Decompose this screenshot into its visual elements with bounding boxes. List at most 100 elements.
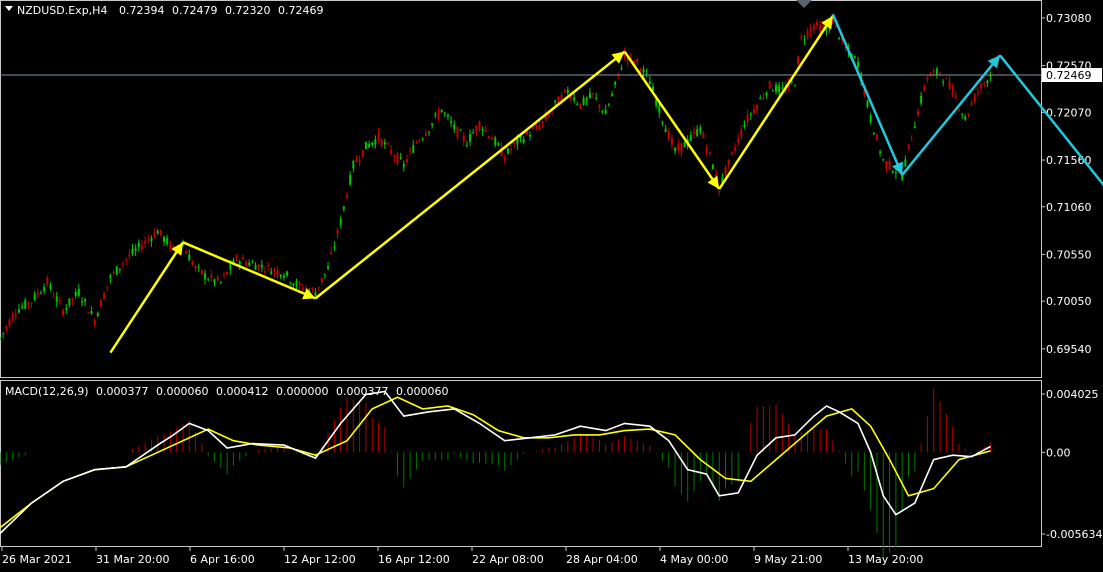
candle-body (595, 97, 598, 99)
candle-body (901, 175, 904, 180)
candle-body (11, 314, 14, 320)
candle-body (664, 128, 667, 133)
candle-body (58, 300, 61, 302)
candle-body (2, 332, 5, 334)
macd-axis: 0.004025 0.00 -0.005634 (1041, 388, 1102, 541)
candle-body (730, 152, 733, 154)
candle-body (506, 148, 509, 154)
zigzag-arrows (109, 13, 1103, 354)
candle-body (188, 254, 191, 261)
candle-body (566, 89, 569, 93)
candle-body (453, 124, 456, 130)
candle-body (437, 112, 440, 118)
candle-body (497, 143, 500, 146)
candle-body (535, 124, 538, 129)
price-tick-label: 0.70050 (1046, 295, 1092, 308)
candle-body (743, 124, 746, 128)
candle-body (5, 326, 8, 329)
candle-body (465, 145, 468, 147)
candle-body (330, 251, 333, 254)
svg-text:0.72469: 0.72469 (1046, 69, 1092, 82)
candle-body (159, 230, 162, 235)
time-tick-label: 4 May 00:00 (660, 553, 728, 566)
yellow-arrow-segment (109, 241, 185, 354)
candle-body (371, 142, 374, 145)
candle-body (55, 296, 58, 302)
candle-body (169, 242, 172, 250)
candle-body (311, 288, 314, 290)
candle-body (118, 268, 121, 270)
collapse-triangle-icon[interactable] (5, 6, 13, 11)
candle-body (125, 258, 128, 260)
candle-body (226, 272, 229, 275)
candle-body (17, 309, 20, 313)
candle-body (734, 147, 737, 151)
candle-body (797, 56, 800, 65)
candle-body (282, 275, 285, 278)
candle-body (689, 134, 692, 141)
candle-body (636, 58, 639, 62)
candle-body (440, 109, 443, 113)
candle-body (46, 277, 49, 285)
candle-body (967, 113, 970, 116)
candle-body (317, 287, 320, 289)
candle-body (229, 264, 232, 270)
candle-body (610, 93, 613, 96)
candle-body (301, 288, 304, 291)
candle-body (216, 276, 219, 281)
candle-body (711, 164, 714, 170)
candle-body (680, 143, 683, 152)
forex-chart-window[interactable]: 0.73080 0.72570 0.72070 0.71560 0.71060 0.705… (0, 0, 1103, 568)
candle-body (90, 310, 93, 314)
candle-body (166, 238, 169, 245)
chart-canvas[interactable]: 0.730800.725700.720700.715600.710600.705… (0, 0, 1103, 568)
candle-body (137, 242, 140, 248)
candle-body (36, 292, 39, 295)
candle-body (629, 55, 632, 57)
candle-body (910, 139, 913, 141)
candle-body (916, 111, 919, 116)
candle-body (888, 160, 891, 170)
candle-body (0, 337, 1, 339)
candle-body (147, 239, 150, 241)
candle-body (153, 232, 156, 238)
candle-body (270, 271, 273, 275)
candle-body (667, 131, 670, 140)
candle-body (702, 133, 705, 138)
candle-body (402, 163, 405, 168)
candle-body (759, 98, 762, 100)
time-tick-label: 13 May 20:00 (848, 553, 923, 566)
candle-body (954, 96, 957, 98)
macd-header: MACD(12,26,9) 0.000377 0.000060 0.000412… (5, 385, 449, 398)
candle-body (793, 85, 796, 87)
candle-body (838, 37, 841, 39)
candle-body (374, 139, 377, 145)
candle-body (412, 145, 415, 153)
candle-body (140, 245, 143, 250)
candle-body (708, 152, 711, 154)
candle-body (869, 115, 872, 123)
candle-body (112, 271, 115, 273)
candle-body (257, 264, 260, 270)
candle-body (579, 103, 582, 109)
candle-body (696, 129, 699, 136)
candle-body (923, 86, 926, 91)
time-tick-label: 31 Mar 20:00 (96, 553, 169, 566)
price-tick-label: 0.69540 (1046, 343, 1092, 356)
candle-body (156, 230, 159, 235)
candle-body (491, 138, 494, 140)
candle-body (49, 284, 52, 289)
candle-body (263, 270, 266, 273)
candle-body (478, 121, 481, 129)
candle-body (469, 134, 472, 142)
candle-body (601, 111, 604, 113)
candle-body (942, 81, 945, 83)
candle-body (904, 159, 907, 167)
candle-body (396, 153, 399, 164)
candle-body (740, 129, 743, 136)
candle-body (459, 130, 462, 132)
candle-body (279, 274, 282, 278)
shift-marker-icon[interactable] (796, 0, 812, 8)
candle-body (724, 167, 727, 177)
candle-body (604, 110, 607, 115)
